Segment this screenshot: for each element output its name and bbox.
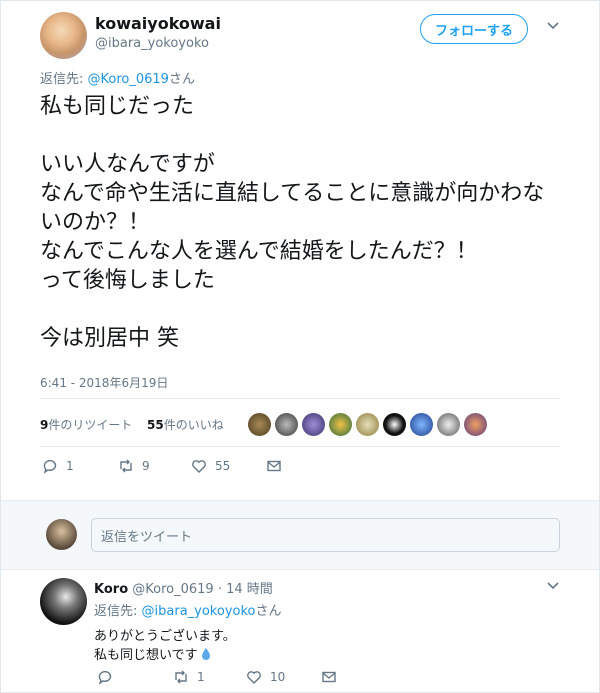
reply-icon [98,670,112,685]
retweet-action[interactable]: 9 [118,458,150,474]
tweet-text: 私も同じだった いい人なんですが なんで命や生活に直結してることに意識が向かわな… [40,94,545,351]
reply-to-suffix: さん [255,604,282,619]
reply-to-line: 返信先: @Koro_0619さん [40,68,195,87]
reply-author-handle[interactable]: @Koro_0619 [132,582,213,597]
reply-text-line: 私も同じ想いです [94,644,211,663]
retweet-action-count: 9 [142,459,150,473]
like-icon [192,460,206,473]
liker-avatar[interactable] [329,413,352,436]
author-avatar[interactable] [40,12,87,59]
retweet-stats[interactable]: 9件のリツイート [40,416,132,433]
liker-avatar[interactable] [437,413,460,436]
like-icon [247,671,261,684]
separator: · [217,582,222,597]
divider [40,398,560,399]
chevron-down-icon[interactable] [546,20,560,35]
reply-to-mention[interactable]: @Koro_0619 [88,72,169,87]
reply-count: 1 [66,459,74,473]
reply-to-suffix: さん [168,72,195,87]
reply-author-display-name[interactable]: Koro [94,582,128,597]
liker-avatar[interactable] [275,413,298,436]
liker-avatar[interactable] [383,413,406,436]
reply-to-mention[interactable]: @ibara_yokoyoko [142,604,256,619]
reply-input[interactable]: 返信をツイート [91,518,560,552]
like-count: 55 [147,418,164,432]
retweet-action-count: 1 [197,670,205,684]
liker-avatar[interactable] [356,413,379,436]
liker-avatar[interactable] [248,413,271,436]
message-action[interactable] [266,458,282,474]
like-action[interactable]: 55 [191,458,230,474]
reply-author-avatar[interactable] [40,578,87,625]
reply-icon [43,459,57,474]
liker-avatar[interactable] [464,413,487,436]
reply-time[interactable]: 14 時間 [226,582,273,597]
author-handle[interactable]: @ibara_yokoyoko [95,36,209,51]
reply-to-prefix: 返信先: [94,604,142,619]
current-user-avatar[interactable] [46,519,77,550]
reply-to-prefix: 返信先: [40,72,88,87]
liker-avatar[interactable] [410,413,433,436]
droplet-icon [201,647,210,660]
retweet-action[interactable]: 1 [173,669,205,685]
reply-to-line: 返信先: @ibara_yokoyokoさん [94,600,282,619]
retweet-icon [175,670,187,684]
like-stats[interactable]: 55件のいいね [147,416,224,433]
reply-text: 私も同じ想いです [94,648,198,663]
like-action[interactable]: 10 [246,669,285,685]
divider [40,446,560,447]
reply-text-line: ありがとうございます。 [94,629,236,644]
retweet-icon [120,459,132,473]
reply-action[interactable] [97,669,121,685]
tweet-timestamp[interactable]: 6:41 - 2018年6月19日 [40,374,168,391]
like-action-count: 10 [270,670,286,684]
chevron-down-icon[interactable] [546,580,560,595]
retweet-label: 件のリツイート [48,418,133,432]
reply-header: Koro @Koro_0619 · 14 時間 [94,578,273,597]
like-action-count: 55 [215,459,231,473]
message-icon [267,460,281,472]
liker-avatar[interactable] [302,413,325,436]
message-icon [322,671,336,683]
follow-button[interactable]: フォローする [420,14,528,44]
like-label: 件のいいね [163,418,224,432]
reply-action[interactable]: 1 [42,458,74,474]
author-display-name[interactable]: kowaiyokowai [95,14,221,33]
message-action[interactable] [321,669,337,685]
